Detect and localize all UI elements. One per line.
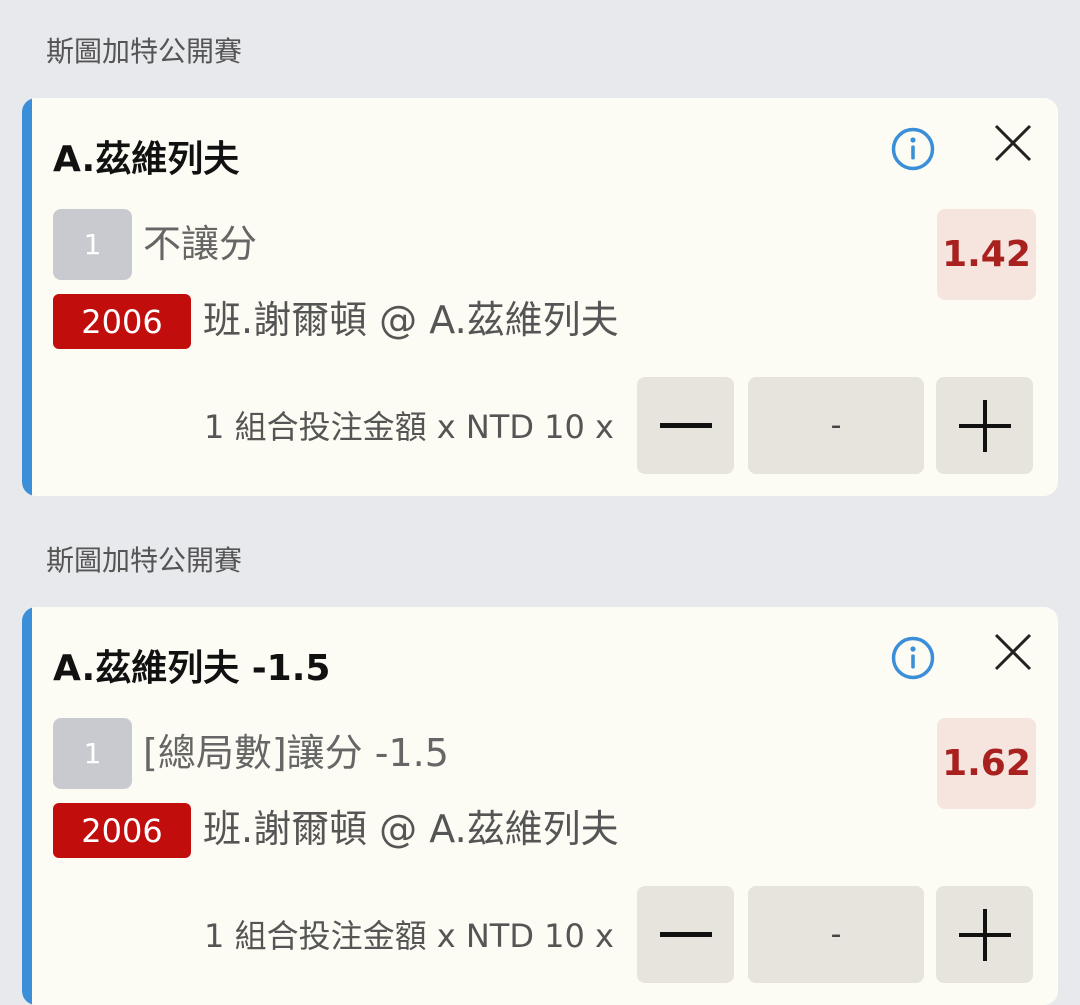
increase-stake-button[interactable] <box>936 377 1033 474</box>
minus-icon <box>659 931 712 937</box>
plus-icon <box>958 908 1011 961</box>
plus-icon <box>958 399 1011 452</box>
odds-value: 1.62 <box>937 718 1036 809</box>
match-name: 班.謝爾頓 @ A.茲維列夫 <box>203 807 619 851</box>
match-name: 班.謝爾頓 @ A.茲維列夫 <box>203 298 619 342</box>
close-icon[interactable] <box>990 120 1036 166</box>
decrease-stake-button[interactable] <box>637 886 734 983</box>
decrease-stake-button[interactable] <box>637 377 734 474</box>
selection-title: A.茲維列夫 <box>53 139 240 180</box>
league-name: 斯圖加特公開賽 <box>46 544 243 577</box>
info-icon[interactable] <box>890 635 936 681</box>
stake-label: 1 組合投注金額 x NTD 10 x <box>204 408 614 446</box>
bet-card: A.茲維列夫 1 不讓分 1.42 2006 班.謝爾頓 @ A.茲維列夫 1 … <box>22 98 1058 496</box>
market-label: [總局數]讓分 -1.5 <box>143 731 449 775</box>
league-name: 斯圖加特公開賽 <box>46 35 243 68</box>
info-icon[interactable] <box>890 126 936 172</box>
market-label: 不讓分 <box>143 222 258 266</box>
bet-card: A.茲維列夫 -1.5 1 [總局數]讓分 -1.5 1.62 2006 班.謝… <box>22 607 1058 1005</box>
match-code-badge: 2006 <box>53 803 191 858</box>
leg-number-badge: 1 <box>53 718 132 789</box>
increase-stake-button[interactable] <box>936 886 1033 983</box>
minus-icon <box>659 422 712 428</box>
match-code-badge: 2006 <box>53 294 191 349</box>
close-icon[interactable] <box>990 629 1036 675</box>
selection-title: A.茲維列夫 -1.5 <box>53 648 331 689</box>
odds-value: 1.42 <box>937 209 1036 300</box>
leg-number-badge: 1 <box>53 209 132 280</box>
stake-input[interactable]: - <box>748 377 924 474</box>
stake-input[interactable]: - <box>748 886 924 983</box>
stake-label: 1 組合投注金額 x NTD 10 x <box>204 917 614 955</box>
